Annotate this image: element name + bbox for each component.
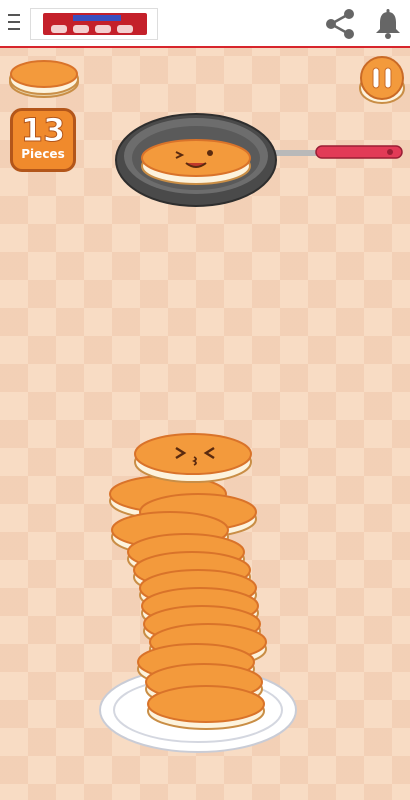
pieces-counter: 13 Pieces [10, 108, 76, 172]
pancake-stack [99, 433, 297, 753]
top-pancake [134, 433, 252, 483]
hamburger-menu-icon[interactable] [8, 14, 20, 32]
banner-artwork [43, 13, 147, 35]
stack-pancake [147, 685, 265, 730]
frying-pan[interactable] [110, 104, 406, 208]
pancake-in-pan [141, 139, 251, 185]
pieces-label: Pieces [21, 147, 65, 161]
next-pancake-icon [9, 60, 79, 98]
bell-icon[interactable] [372, 8, 404, 40]
game-banner-logo[interactable] [30, 8, 158, 40]
pieces-count: 13 [20, 111, 66, 149]
share-icon[interactable] [322, 6, 358, 42]
pause-button[interactable] [358, 56, 406, 106]
top-app-bar [0, 0, 410, 48]
